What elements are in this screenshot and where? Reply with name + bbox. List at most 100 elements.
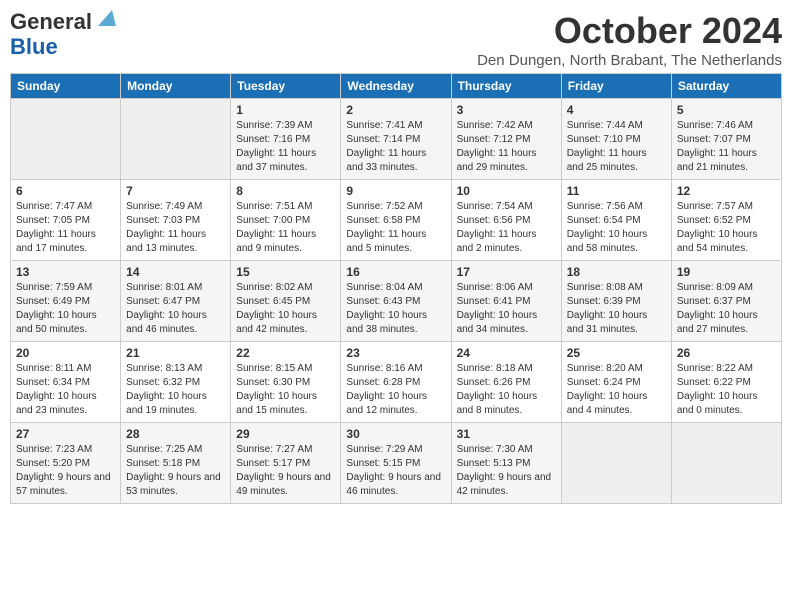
calendar-cell: 30Sunrise: 7:29 AMSunset: 5:15 PMDayligh… (341, 423, 451, 504)
calendar-cell: 11Sunrise: 7:56 AMSunset: 6:54 PMDayligh… (561, 180, 671, 261)
calendar-table: SundayMondayTuesdayWednesdayThursdayFrid… (10, 73, 782, 504)
day-number: 9 (346, 184, 445, 198)
logo-text-general: General (10, 10, 92, 34)
calendar-cell (561, 423, 671, 504)
day-number: 4 (567, 103, 666, 117)
day-number: 13 (16, 265, 115, 279)
calendar-cell (121, 99, 231, 180)
calendar-cell: 16 Sunrise: 8:04 AMSunset: 6:43 PMDayligh… (341, 261, 451, 342)
day-number: 27 (16, 427, 115, 441)
calendar-cell: 28Sunrise: 7:25 AMSunset: 5:18 PMDayligh… (121, 423, 231, 504)
day-number: 31 (457, 427, 556, 441)
day-number: 7 (126, 184, 225, 198)
calendar-cell: 31Sunrise: 7:30 AMSunset: 5:13 PMDayligh… (451, 423, 561, 504)
calendar-cell: 3Sunrise: 7:42 AMSunset: 7:12 PMDaylight… (451, 99, 561, 180)
day-info: Sunrise: 8:02 AMSunset: 6:45 PMDaylight:… (236, 281, 335, 337)
day-info: Sunrise: 8:16 AMSunset: 6:28 PMDaylight:… (346, 362, 445, 418)
day-info: Sunrise: 7:46 AMSunset: 7:07 PMDaylight:… (677, 119, 776, 175)
day-number: 18 (567, 265, 666, 279)
calendar-cell: 27 Sunrise: 7:23 AMSunset: 5:20 PMDayligh… (11, 423, 121, 504)
day-number: 24 (457, 346, 556, 360)
day-number: 22 (236, 346, 335, 360)
calendar-cell: 10Sunrise: 7:54 AMSunset: 6:56 PMDayligh… (451, 180, 561, 261)
day-number: 5 (677, 103, 776, 117)
day-info: Sunrise: 7:23 AMSunset: 5:20 PMDaylight:… (16, 443, 115, 499)
calendar-header-row: SundayMondayTuesdayWednesdayThursdayFrid… (11, 74, 782, 99)
day-number: 2 (346, 103, 445, 117)
calendar-row-0: 1 Sunrise: 7:39 AMSunset: 7:16 PMDaylight… (11, 99, 782, 180)
day-info: Sunrise: 8:09 AMSunset: 6:37 PMDaylight:… (677, 281, 776, 337)
calendar-cell: 22 Sunrise: 8:15 AMSunset: 6:30 PMDayligh… (231, 342, 341, 423)
day-number: 26 (677, 346, 776, 360)
calendar-cell: 14 Sunrise: 8:01 AMSunset: 6:47 PMDayligh… (121, 261, 231, 342)
day-info: Sunrise: 7:51 AMSunset: 7:00 PMDaylight:… (236, 200, 335, 256)
calendar-cell (11, 99, 121, 180)
day-info: Sunrise: 7:39 AMSunset: 7:16 PMDaylight:… (236, 119, 335, 175)
day-number: 17 (457, 265, 556, 279)
header-tuesday: Tuesday (231, 74, 341, 99)
day-number: 14 (126, 265, 225, 279)
day-number: 29 (236, 427, 335, 441)
day-number: 16 (346, 265, 445, 279)
day-number: 23 (346, 346, 445, 360)
title-block: October 2024 Den Dungen, North Brabant, … (477, 10, 782, 69)
day-number: 1 (236, 103, 335, 117)
location-subtitle: Den Dungen, North Brabant, The Netherlan… (477, 52, 782, 69)
calendar-cell: 12Sunrise: 7:57 AMSunset: 6:52 PMDayligh… (671, 180, 781, 261)
calendar-cell: 18Sunrise: 8:08 AMSunset: 6:39 PMDayligh… (561, 261, 671, 342)
header-saturday: Saturday (671, 74, 781, 99)
logo-arrow-icon (94, 8, 116, 28)
day-info: Sunrise: 7:25 AMSunset: 5:18 PMDaylight:… (126, 443, 225, 499)
calendar-cell (671, 423, 781, 504)
header-wednesday: Wednesday (341, 74, 451, 99)
header-thursday: Thursday (451, 74, 561, 99)
day-number: 15 (236, 265, 335, 279)
day-number: 6 (16, 184, 115, 198)
calendar-cell: 23 Sunrise: 8:16 AMSunset: 6:28 PMDayligh… (341, 342, 451, 423)
calendar-cell: 2 Sunrise: 7:41 AMSunset: 7:14 PMDaylight… (341, 99, 451, 180)
day-info: Sunrise: 7:52 AMSunset: 6:58 PMDaylight:… (346, 200, 445, 256)
day-info: Sunrise: 7:56 AMSunset: 6:54 PMDaylight:… (567, 200, 666, 256)
calendar-row-4: 27 Sunrise: 7:23 AMSunset: 5:20 PMDayligh… (11, 423, 782, 504)
day-number: 21 (126, 346, 225, 360)
month-title: October 2024 (477, 10, 782, 52)
logo-text-blue: Blue (10, 35, 58, 59)
calendar-cell: 20Sunrise: 8:11 AMSunset: 6:34 PMDayligh… (11, 342, 121, 423)
day-info: Sunrise: 7:44 AMSunset: 7:10 PMDaylight:… (567, 119, 666, 175)
calendar-row-1: 6 Sunrise: 7:47 AMSunset: 7:05 PMDaylight… (11, 180, 782, 261)
calendar-cell: 24Sunrise: 8:18 AMSunset: 6:26 PMDayligh… (451, 342, 561, 423)
calendar-cell: 19 Sunrise: 8:09 AMSunset: 6:37 PMDayligh… (671, 261, 781, 342)
day-info: Sunrise: 8:06 AMSunset: 6:41 PMDaylight:… (457, 281, 556, 337)
page-header: General Blue October 2024 Den Dungen, No… (10, 10, 782, 69)
day-info: Sunrise: 8:04 AMSunset: 6:43 PMDaylight:… (346, 281, 445, 337)
header-friday: Friday (561, 74, 671, 99)
day-info: Sunrise: 8:15 AMSunset: 6:30 PMDaylight:… (236, 362, 335, 418)
calendar-cell: 25Sunrise: 8:20 AMSunset: 6:24 PMDayligh… (561, 342, 671, 423)
day-info: Sunrise: 7:47 AMSunset: 7:05 PMDaylight:… (16, 200, 115, 256)
calendar-cell: 7 Sunrise: 7:49 AMSunset: 7:03 PMDaylight… (121, 180, 231, 261)
calendar-cell: 15 Sunrise: 8:02 AMSunset: 6:45 PMDayligh… (231, 261, 341, 342)
day-info: Sunrise: 7:41 AMSunset: 7:14 PMDaylight:… (346, 119, 445, 175)
day-number: 20 (16, 346, 115, 360)
day-info: Sunrise: 7:27 AMSunset: 5:17 PMDaylight:… (236, 443, 335, 499)
calendar-cell: 4 Sunrise: 7:44 AMSunset: 7:10 PMDaylight… (561, 99, 671, 180)
calendar-cell: 1 Sunrise: 7:39 AMSunset: 7:16 PMDaylight… (231, 99, 341, 180)
calendar-cell: 29 Sunrise: 7:27 AMSunset: 5:17 PMDayligh… (231, 423, 341, 504)
calendar-cell: 6 Sunrise: 7:47 AMSunset: 7:05 PMDaylight… (11, 180, 121, 261)
day-number: 12 (677, 184, 776, 198)
calendar-cell: 21Sunrise: 8:13 AMSunset: 6:32 PMDayligh… (121, 342, 231, 423)
day-info: Sunrise: 8:01 AMSunset: 6:47 PMDaylight:… (126, 281, 225, 337)
day-number: 10 (457, 184, 556, 198)
calendar-cell: 9 Sunrise: 7:52 AMSunset: 6:58 PMDaylight… (341, 180, 451, 261)
header-sunday: Sunday (11, 74, 121, 99)
day-number: 8 (236, 184, 335, 198)
header-monday: Monday (121, 74, 231, 99)
day-number: 19 (677, 265, 776, 279)
calendar-cell: 26Sunrise: 8:22 AMSunset: 6:22 PMDayligh… (671, 342, 781, 423)
calendar-cell: 8 Sunrise: 7:51 AMSunset: 7:00 PMDaylight… (231, 180, 341, 261)
logo: General Blue (10, 10, 116, 59)
day-number: 3 (457, 103, 556, 117)
day-info: Sunrise: 8:20 AMSunset: 6:24 PMDaylight:… (567, 362, 666, 418)
day-info: Sunrise: 7:59 AMSunset: 6:49 PMDaylight:… (16, 281, 115, 337)
day-info: Sunrise: 7:49 AMSunset: 7:03 PMDaylight:… (126, 200, 225, 256)
